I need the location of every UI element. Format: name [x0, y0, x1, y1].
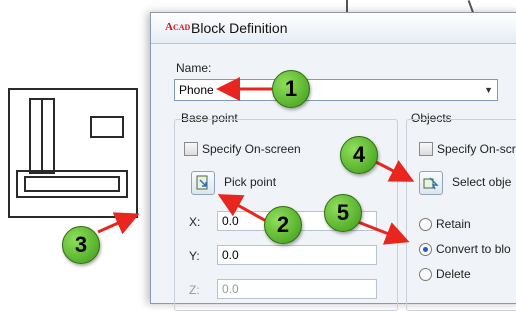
arrow-5	[357, 220, 410, 245]
callout-5: 5	[324, 194, 362, 232]
arrow-3	[97, 212, 140, 235]
arrow-4	[371, 158, 415, 182]
arrow-2	[217, 194, 269, 224]
callout-3: 3	[62, 226, 100, 264]
callout-1: 1	[272, 70, 310, 108]
callout-4: 4	[340, 136, 378, 174]
callout-2: 2	[264, 206, 302, 244]
